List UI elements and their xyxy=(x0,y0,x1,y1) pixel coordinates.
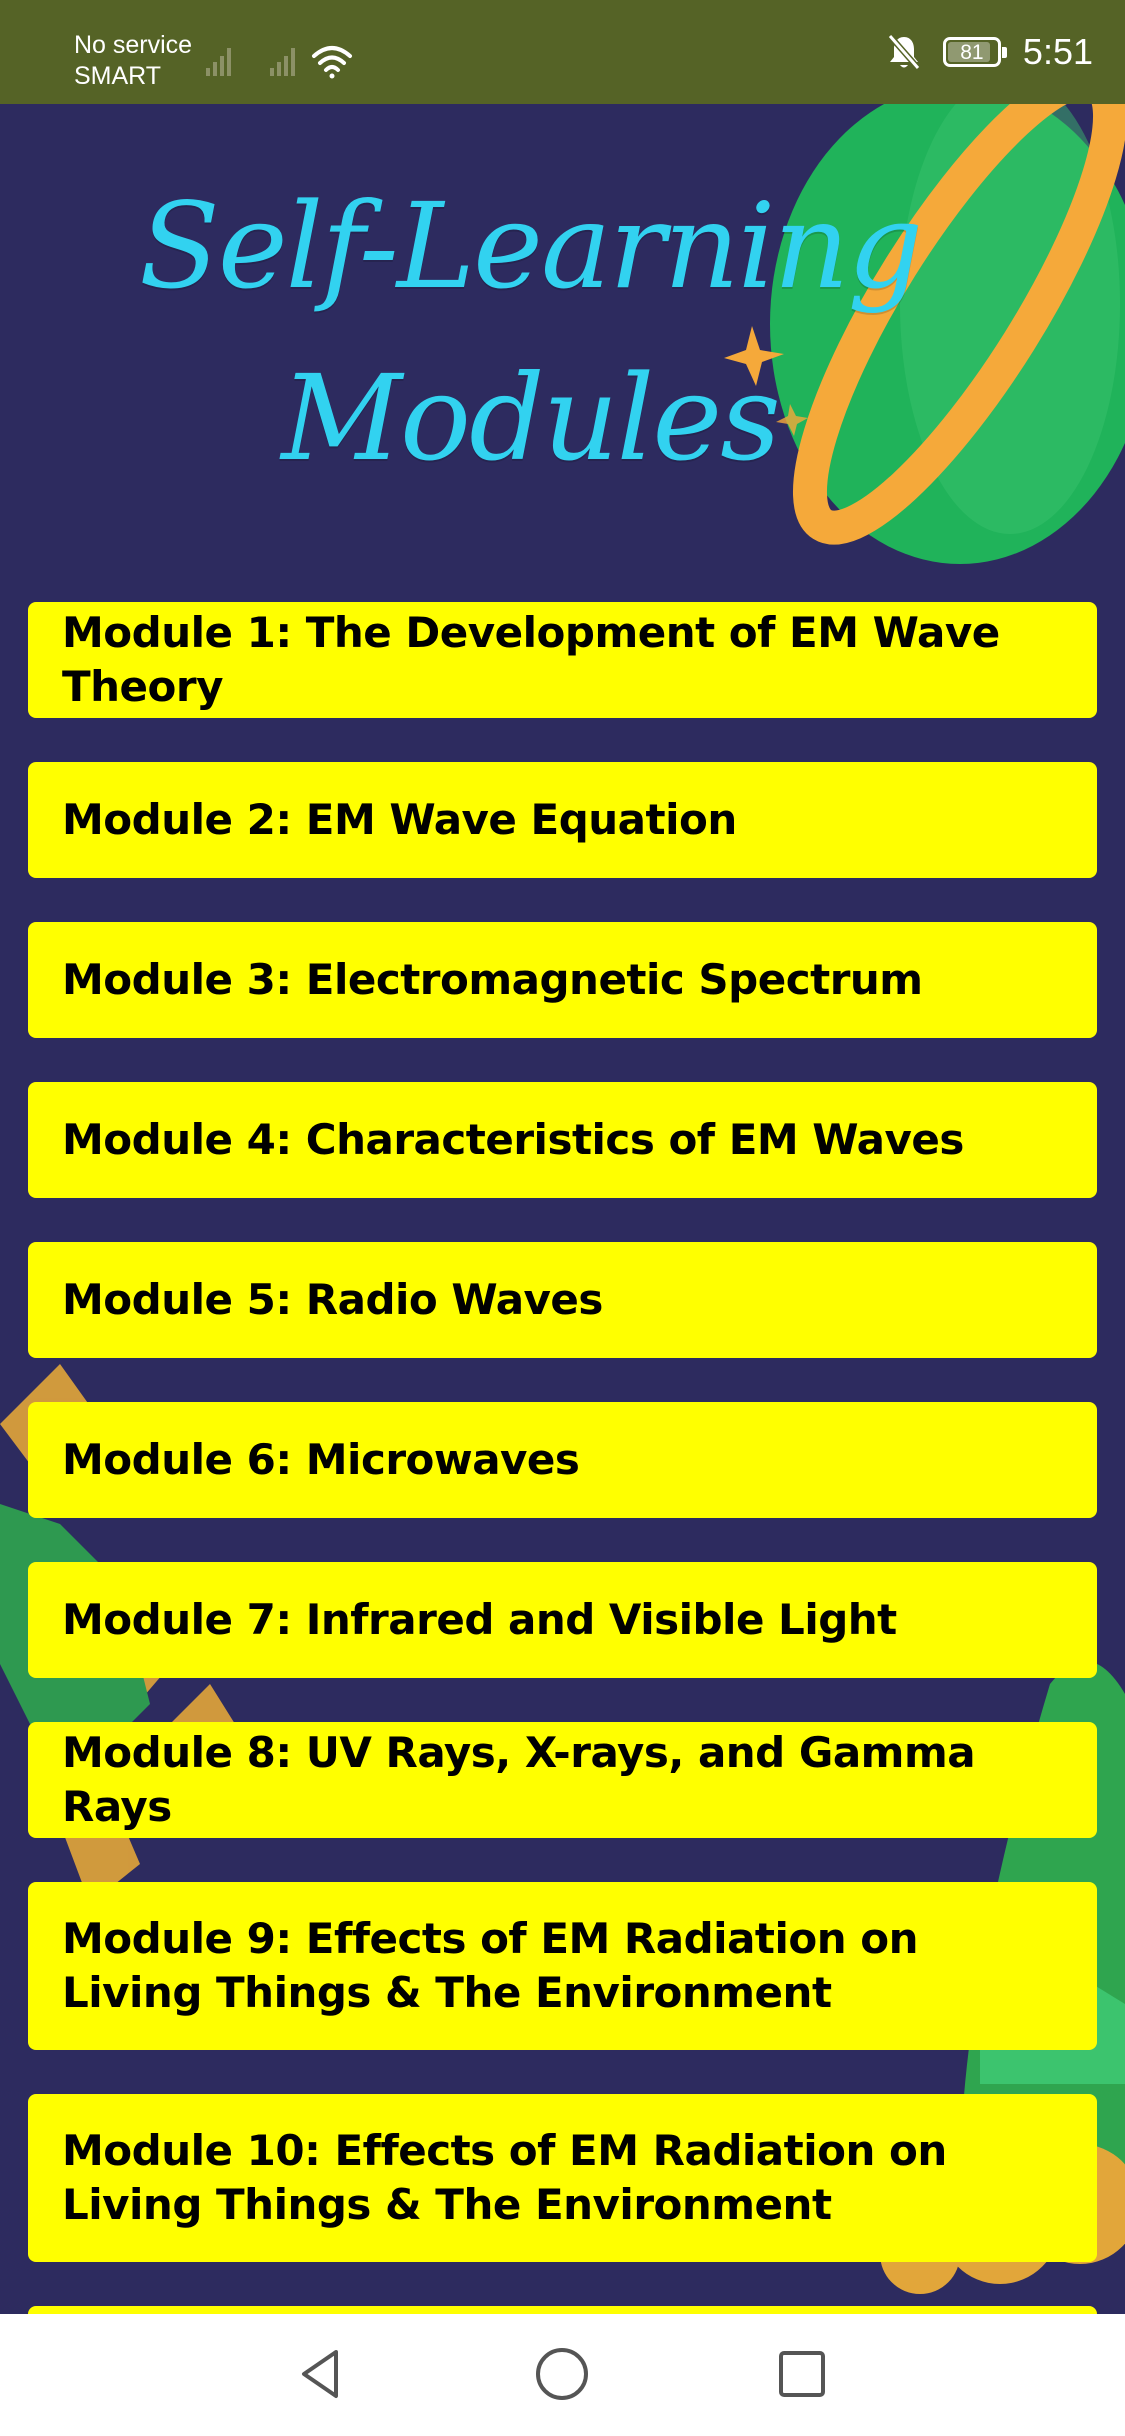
app-screen: No service SMART 81 5:51 Self-Learning M… xyxy=(0,0,1125,2436)
module-label: Module 1: The Development of EM Wave The… xyxy=(62,608,1000,711)
module-label: Module 4: Characteristics of EM Waves xyxy=(62,1115,964,1164)
module-8-button[interactable]: Module 8: UV Rays, X-rays, and Gamma Ray… xyxy=(28,1722,1097,1838)
signal-icons xyxy=(206,46,352,79)
clock: 5:51 xyxy=(1022,31,1093,72)
carrier-name-text: SMART xyxy=(74,62,162,90)
carrier-info: No service SMART xyxy=(74,30,192,92)
system-status-icons: 81 5:51 xyxy=(887,30,1093,74)
signal-bars-icon xyxy=(270,48,295,76)
signal-bars-icon xyxy=(206,48,231,76)
module-7-button[interactable]: Module 7: Infrared and Visible Light xyxy=(28,1562,1097,1678)
module-3-button[interactable]: Module 3: Electromagnetic Spectrum xyxy=(28,922,1097,1038)
module-4-button[interactable]: Module 4: Characteristics of EM Waves xyxy=(28,1082,1097,1198)
back-triangle-icon[interactable] xyxy=(292,2344,352,2404)
module-10-button[interactable]: Module 10: Effects of EM Radiation on Li… xyxy=(28,2094,1097,2262)
status-bar: No service SMART 81 5:51 xyxy=(0,0,1125,104)
system-nav-bar xyxy=(0,2314,1125,2436)
battery-level-text: 81 xyxy=(960,40,984,64)
module-label: Module 9: Effects of EM Radiation on Liv… xyxy=(62,1914,919,2017)
battery-icon: 81 xyxy=(942,37,1007,67)
module-label: Module 3: Electromagnetic Spectrum xyxy=(62,955,923,1004)
module-5-button[interactable]: Module 5: Radio Waves xyxy=(28,1242,1097,1358)
wifi-icon xyxy=(312,46,352,79)
home-circle-icon[interactable] xyxy=(532,2344,592,2404)
page-title: Self-Learning Modules xyxy=(139,177,923,487)
module-label: Module 5: Radio Waves xyxy=(62,1275,603,1324)
bell-off-icon xyxy=(887,34,921,70)
module-6-button[interactable]: Module 6: Microwaves xyxy=(28,1402,1097,1518)
module-list: Module 1: The Development of EM Wave The… xyxy=(28,602,1097,2436)
module-label: Module 2: EM Wave Equation xyxy=(62,795,737,844)
module-label: Module 10: Effects of EM Radiation on Li… xyxy=(62,2126,947,2229)
module-1-button[interactable]: Module 1: The Development of EM Wave The… xyxy=(28,602,1097,718)
module-label: Module 7: Infrared and Visible Light xyxy=(62,1595,897,1644)
module-label: Module 6: Microwaves xyxy=(62,1435,580,1484)
carrier-status-text: No service xyxy=(74,31,193,59)
recents-square-icon[interactable] xyxy=(772,2344,832,2404)
module-9-button[interactable]: Module 9: Effects of EM Radiation on Liv… xyxy=(28,1882,1097,2050)
module-label: Module 8: UV Rays, X-rays, and Gamma Ray… xyxy=(62,1728,976,1831)
module-2-button[interactable]: Module 2: EM Wave Equation xyxy=(28,762,1097,878)
